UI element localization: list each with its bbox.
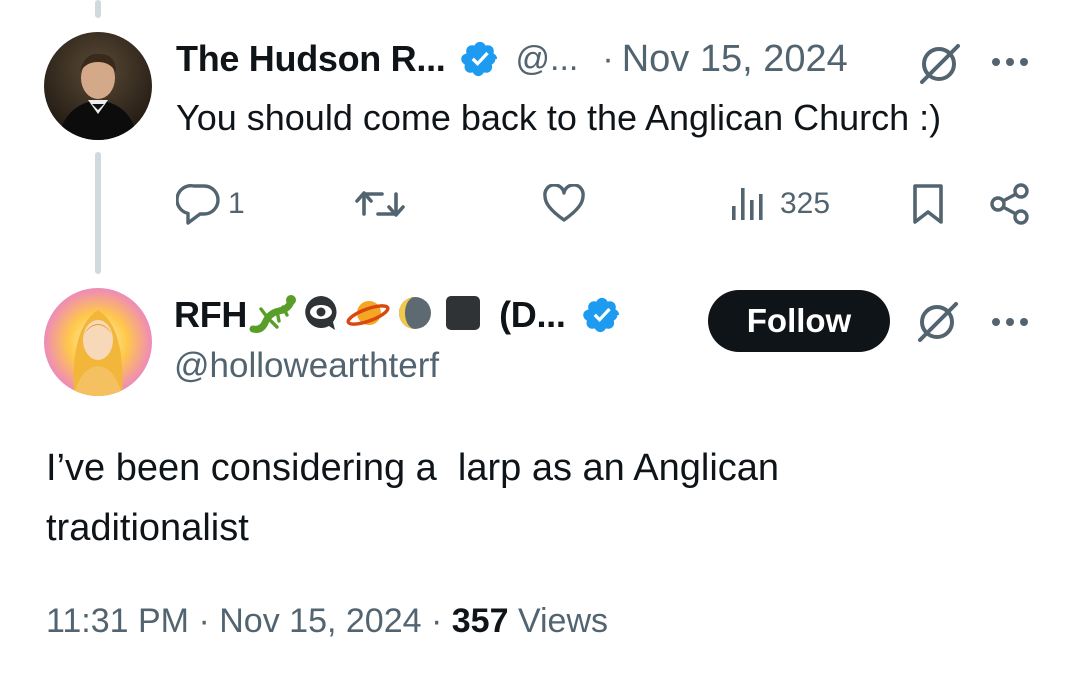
moon-emoji-icon (395, 293, 435, 338)
views-count: 325 (780, 187, 831, 220)
verified-badge-icon (460, 39, 500, 79)
tweet-date[interactable]: Nov 15, 2024 (219, 602, 421, 640)
views-icon (728, 184, 768, 224)
more-icon[interactable] (990, 312, 1030, 337)
main-author-name[interactable]: RFH (174, 294, 247, 336)
parent-action-bar: 1 325 (176, 176, 1036, 232)
retweet-button[interactable] (354, 184, 406, 224)
parent-date[interactable]: Nov 15, 2024 (622, 38, 848, 81)
main-header: RFH (D... (174, 292, 622, 338)
parent-author-name[interactable]: The Hudson R... (176, 38, 446, 80)
views-count: 357 (451, 602, 509, 640)
lizard-emoji-icon (249, 291, 297, 340)
parent-separator: · (602, 39, 614, 78)
share-icon (988, 182, 1032, 226)
parent-handle[interactable]: @... (516, 40, 579, 79)
views-label: Views (517, 602, 609, 640)
meta-dot: · (198, 602, 210, 640)
grok-icon[interactable] (912, 296, 964, 353)
follow-button[interactable]: Follow (708, 290, 890, 352)
bookmark-icon (910, 182, 946, 226)
main-handle[interactable]: @hollowearthterf (174, 346, 439, 386)
verified-badge-icon (582, 295, 622, 335)
tweet-time[interactable]: 11:31 PM (46, 602, 189, 640)
avatar-rfh[interactable] (44, 288, 152, 396)
bookmark-button[interactable] (910, 182, 946, 226)
thread-line (95, 152, 101, 274)
grok-icon[interactable] (914, 38, 966, 95)
reply-count: 1 (228, 187, 245, 220)
views-button[interactable]: 325 (728, 184, 830, 224)
ringed-planet-emoji-icon (345, 293, 391, 338)
black-square-emoji-icon (443, 293, 483, 338)
reply-button[interactable]: 1 (176, 182, 245, 226)
main-tweet-text-line1: I’ve been considering a larp as an Angli… (46, 447, 780, 489)
main-tweet-text: I’ve been considering a larp as an Angli… (46, 438, 779, 558)
parent-tweet-text: You should come back to the Anglican Chu… (176, 97, 942, 138)
reply-icon (176, 182, 222, 226)
meta-dot: · (430, 602, 443, 640)
parent-header: The Hudson R... @... · Nov 15, 2024 (176, 36, 848, 82)
retweet-icon (354, 184, 406, 224)
tweet-meta: 11:31 PM · Nov 15, 2024 · 357 Views (46, 602, 608, 641)
avatar-hudson[interactable] (44, 32, 152, 140)
like-button[interactable] (542, 184, 586, 224)
thread-line-top (95, 0, 101, 18)
like-icon (542, 184, 586, 224)
main-author-name-suffix[interactable]: (D... (499, 294, 566, 336)
share-button[interactable] (988, 182, 1032, 226)
eye-speech-bubble-emoji-icon (301, 293, 341, 338)
more-icon[interactable] (990, 52, 1030, 77)
main-tweet-text-line2: traditionalist (46, 507, 249, 549)
